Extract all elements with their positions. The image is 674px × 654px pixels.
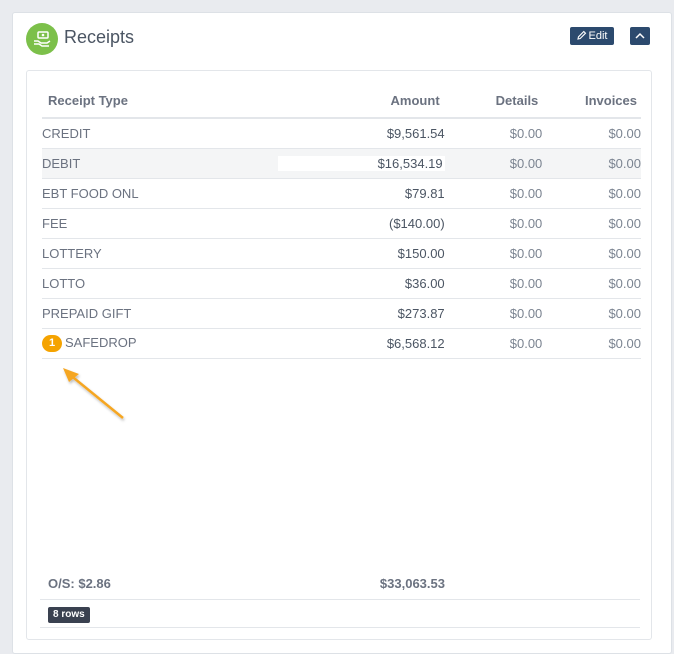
cell-amount: $79.81 <box>277 178 445 209</box>
cell-receipt-type: LOTTERY <box>42 238 278 269</box>
edit-button-label: Edit <box>588 30 608 42</box>
cell-details: $0.00 <box>444 268 543 299</box>
cell-invoices: $0.00 <box>542 268 641 299</box>
cell-receipt-type: FEE <box>42 208 278 239</box>
cell-details: $0.00 <box>444 148 543 179</box>
cell-details: $0.00 <box>444 208 543 239</box>
collapse-button[interactable] <box>630 27 650 45</box>
annotation-badge: 1 <box>42 335 62 353</box>
cell-amount: $36.00 <box>277 268 445 299</box>
cell-receipt-type: DEBIT <box>42 148 278 179</box>
table-row[interactable]: PREPAID GIFT $273.87 $0.00 $0.00 <box>42 298 641 329</box>
cell-invoices: $0.00 <box>542 298 641 329</box>
column-header-receipt-type[interactable]: Receipt Type <box>42 84 278 119</box>
cell-receipt-type: CREDIT <box>42 118 278 149</box>
column-header-invoices[interactable]: Invoices <box>542 84 641 119</box>
cell-amount: ($140.00) <box>277 208 445 239</box>
cell-receipt-type: PREPAID GIFT <box>42 298 278 329</box>
column-header-amount[interactable]: Amount <box>277 84 445 119</box>
receipts-table-container: Receipt Type Amount Details Invoices CRE… <box>26 70 652 640</box>
cell-receipt-type-text: SAFEDROP <box>65 334 137 350</box>
table-row[interactable]: LOTTO $36.00 $0.00 $0.00 <box>42 268 641 299</box>
receipts-table: Receipt Type Amount Details Invoices CRE… <box>42 84 641 359</box>
cell-receipt-type: 1 SAFEDROP <box>42 328 278 359</box>
cell-amount: $9,561.54 <box>277 118 445 149</box>
table-row[interactable]: DEBIT $16,534.19 $0.00 $0.00 <box>42 148 641 179</box>
table-header-row: Receipt Type Amount Details Invoices <box>42 84 641 119</box>
outstanding-label: O/S: $2.86 <box>48 576 111 591</box>
cell-details: $0.00 <box>444 298 543 329</box>
cell-invoices: $0.00 <box>542 118 641 149</box>
cell-invoices: $0.00 <box>542 178 641 209</box>
table-row[interactable]: 1 SAFEDROP $6,568.12 $0.00 $0.00 <box>42 328 641 359</box>
panel-title: Receipts <box>64 27 135 47</box>
column-header-details[interactable]: Details <box>444 84 543 119</box>
cash-hand-icon <box>26 23 58 55</box>
cell-amount: $16,534.19 <box>277 148 445 179</box>
edit-button[interactable]: Edit <box>570 27 614 45</box>
cell-invoices: $0.00 <box>542 148 641 179</box>
receipts-panel: Receipts Edit Receipt Type Amount Detail… <box>12 12 672 654</box>
table-row[interactable]: LOTTERY $150.00 $0.00 $0.00 <box>42 238 641 269</box>
table-row[interactable]: CREDIT $9,561.54 $0.00 $0.00 <box>42 118 641 149</box>
cell-amount-value: $16,534.19 <box>277 156 445 171</box>
chevron-up-icon <box>635 27 645 45</box>
footer-divider <box>40 599 640 600</box>
cell-amount: $150.00 <box>277 238 445 269</box>
cell-details: $0.00 <box>444 328 543 359</box>
cell-receipt-type: EBT FOOD ONL <box>42 178 278 209</box>
amount-total: $33,063.53 <box>379 576 445 591</box>
footer-divider <box>40 627 640 628</box>
cell-details: $0.00 <box>444 118 543 149</box>
cell-details: $0.00 <box>444 238 543 269</box>
cell-invoices: $0.00 <box>542 328 641 359</box>
table-row[interactable]: EBT FOOD ONL $79.81 $0.00 $0.00 <box>42 178 641 209</box>
cell-amount: $6,568.12 <box>277 328 445 359</box>
cell-invoices: $0.00 <box>542 238 641 269</box>
cell-details: $0.00 <box>444 178 543 209</box>
annotation-arrow-icon <box>63 368 124 419</box>
pencil-icon <box>576 30 587 43</box>
table-row[interactable]: FEE ($140.00) $0.00 $0.00 <box>42 208 641 239</box>
row-count-badge: 8 rows <box>48 607 90 623</box>
cell-amount: $273.87 <box>277 298 445 329</box>
cell-receipt-type: LOTTO <box>42 268 278 299</box>
cell-invoices: $0.00 <box>542 208 641 239</box>
